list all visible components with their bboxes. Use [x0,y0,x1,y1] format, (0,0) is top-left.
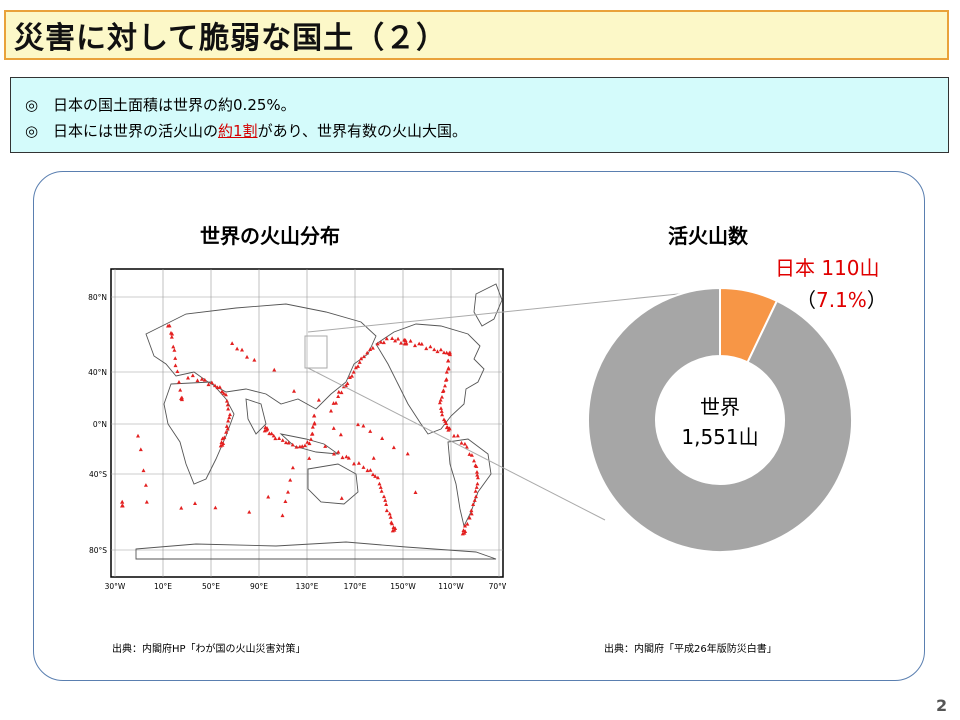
page-number: 2 [936,696,948,715]
japan-highlight-box [304,335,328,369]
world-value: 1,551山 [681,425,759,449]
pie-source-note: 出典：内閣府「平成26年版防災白書」 [604,644,777,655]
world-label: 世界 [700,395,740,419]
donut-center-label: 世界 1,551山 [665,392,775,452]
map-source-note: 出典：内閣府HP「わが国の火山災害対策」 [112,644,306,655]
